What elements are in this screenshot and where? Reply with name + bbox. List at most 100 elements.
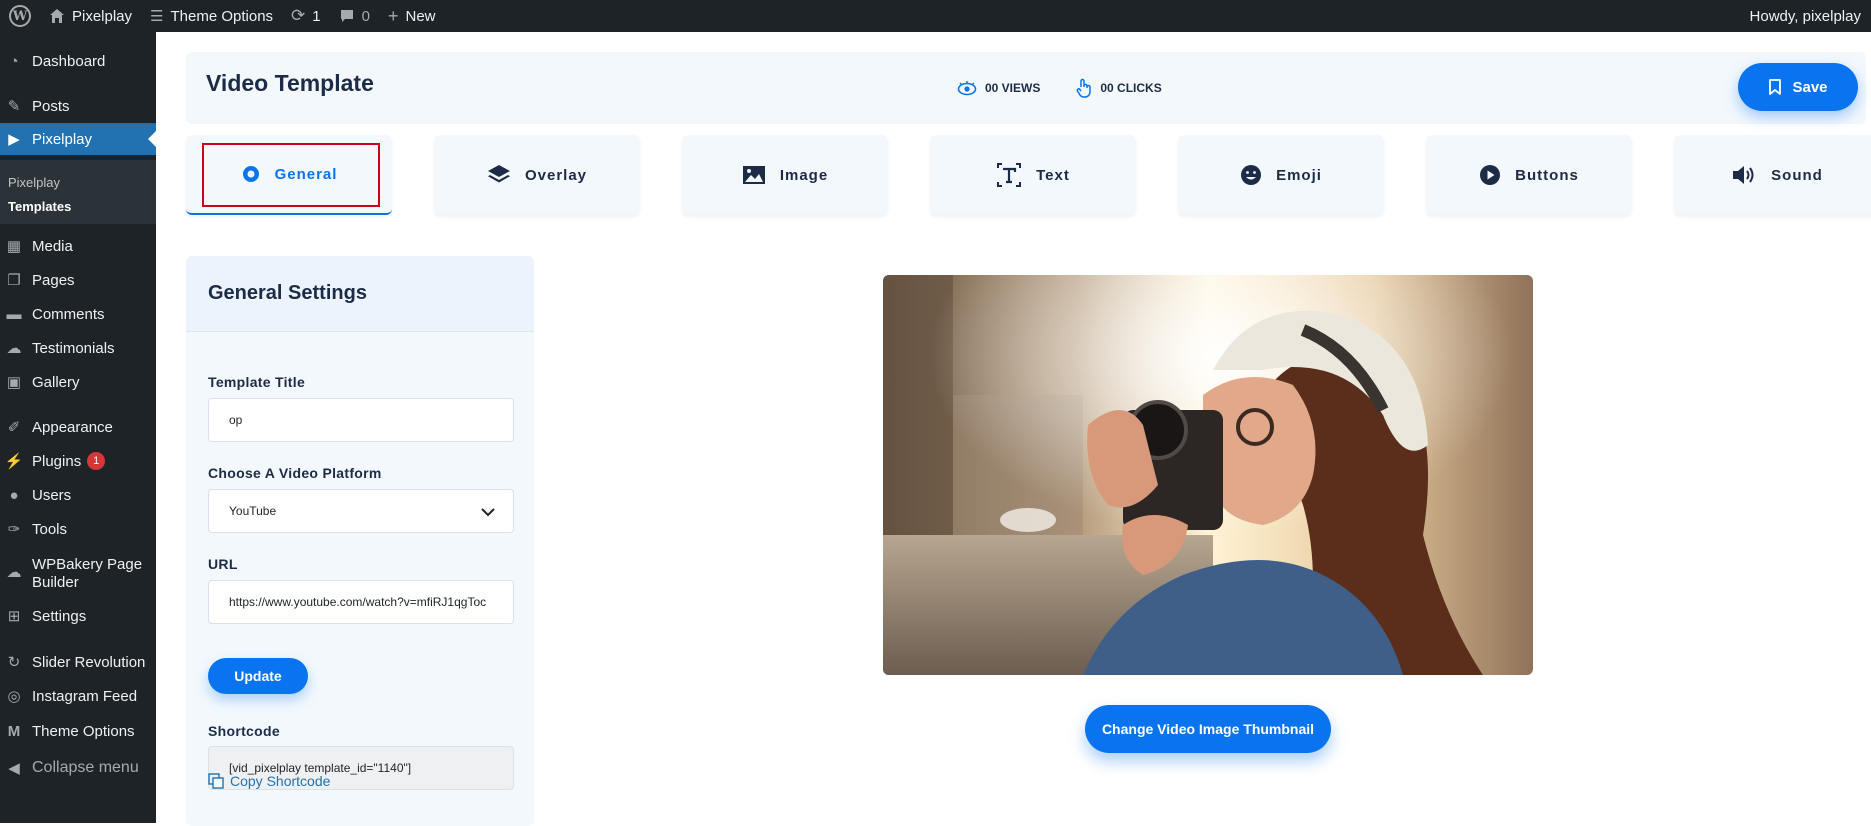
- sidebar-item-media[interactable]: ▦ Media: [0, 230, 156, 262]
- video-play-icon: ▶: [8, 131, 20, 148]
- thumbnail-image: [883, 275, 1533, 675]
- new-label: New: [405, 7, 436, 25]
- comments-link[interactable]: 0: [330, 0, 379, 32]
- sidebar-item-tools[interactable]: ✑ Tools: [0, 513, 156, 545]
- new-content-link[interactable]: + New: [379, 0, 445, 32]
- site-name-link[interactable]: Pixelplay: [40, 0, 141, 32]
- general-settings-panel: General Settings Template Title op Choos…: [186, 256, 534, 826]
- tab-image[interactable]: Image: [682, 135, 888, 215]
- tab-overlay[interactable]: Overlay: [434, 135, 640, 215]
- sidebar-item-pages[interactable]: ❐ Pages: [0, 264, 156, 296]
- sidebar-item-posts[interactable]: ✎ Posts: [0, 90, 156, 122]
- wrench-icon: ✑: [7, 521, 21, 538]
- sidebar-item-label: Testimonials: [32, 339, 115, 357]
- copy-shortcode-link[interactable]: Copy Shortcode: [208, 773, 330, 789]
- comment-icon: ▬: [6, 305, 22, 323]
- admin-sidebar: ◔ Dashboard ✎ Posts ▶ Pixelplay Pixelpla…: [0, 32, 156, 823]
- sidebar-item-label: Gallery: [32, 373, 80, 391]
- user-icon: ●: [9, 486, 19, 504]
- tab-general[interactable]: General: [186, 135, 392, 215]
- submenu-item-templates[interactable]: Templates: [8, 199, 71, 214]
- sidebar-item-users[interactable]: ● Users: [0, 479, 156, 511]
- sidebar-item-testimonials[interactable]: ☁ Testimonials: [0, 332, 156, 364]
- tab-buttons[interactable]: Buttons: [1426, 135, 1632, 215]
- sidebar-item-appearance[interactable]: ✐ Appearance: [0, 411, 156, 443]
- sidebar-item-theme-options[interactable]: M Theme Options: [0, 715, 156, 747]
- updates-count: 1: [312, 7, 321, 25]
- image-icon: [742, 165, 766, 185]
- sidebar-item-pixelplay[interactable]: ▶ Pixelplay: [0, 123, 156, 155]
- copy-shortcode-label: Copy Shortcode: [230, 773, 331, 789]
- pages-icon: ❐: [7, 272, 21, 289]
- sidebar-item-plugins[interactable]: ⚡ Plugins 1: [0, 445, 156, 477]
- settings-tabs: General Overlay Image Text Emoji Buttons…: [186, 135, 1871, 219]
- howdy-text: Howdy, pixelplay: [1749, 7, 1861, 25]
- sidebar-item-label: Media: [32, 237, 73, 255]
- sidebar-item-label: Pixelplay: [32, 130, 93, 148]
- sidebar-item-label: Dashboard: [32, 52, 106, 70]
- theme-m-icon: M: [7, 722, 21, 740]
- save-label: Save: [1792, 78, 1828, 96]
- video-platform-value: YouTube: [229, 504, 277, 518]
- collapse-arrow-icon: ◀: [8, 760, 20, 777]
- wordpress-icon: W: [9, 5, 31, 27]
- sidebar-item-label: Pages: [32, 271, 75, 289]
- admin-bar: W Pixelplay ☰ Theme Options ⟳ 1 0 + New …: [0, 0, 1871, 32]
- chevron-down-icon: [481, 504, 495, 520]
- layers-icon: [487, 164, 511, 186]
- paintbrush-icon: ✐: [7, 419, 21, 436]
- tab-label: Image: [779, 166, 829, 184]
- url-value: https://www.youtube.com/watch?v=mfiRJ1qg…: [229, 595, 487, 609]
- template-title-value: op: [229, 413, 243, 427]
- tab-label: Buttons: [1515, 166, 1579, 184]
- updates-link[interactable]: ⟳ 1: [282, 0, 330, 32]
- panel-title: General Settings: [208, 282, 367, 304]
- sidebar-item-label: Appearance: [32, 418, 113, 436]
- update-button[interactable]: Update: [208, 658, 308, 694]
- tab-label: Emoji: [1276, 166, 1322, 184]
- shortcode-label: Shortcode: [208, 723, 280, 739]
- wp-logo-menu[interactable]: W: [0, 0, 40, 32]
- template-stats: 00 VIEWS 00 CLICKS: [957, 78, 1162, 98]
- sidebar-item-comments[interactable]: ▬ Comments: [0, 298, 156, 330]
- sidebar-item-label: Posts: [32, 97, 70, 115]
- plug-icon: ⚡: [4, 453, 24, 470]
- text-icon: [996, 162, 1022, 188]
- sidebar-item-gallery[interactable]: ▣ Gallery: [0, 366, 156, 398]
- sidebar-item-wpbakery[interactable]: ☁ WPBakery Page Builder: [0, 552, 156, 596]
- video-platform-label: Choose A Video Platform: [208, 465, 382, 481]
- sidebar-item-slider-revolution[interactable]: ↻ Slider Revolution: [0, 646, 156, 678]
- account-menu[interactable]: Howdy, pixelplay: [1750, 0, 1861, 32]
- tab-label: Overlay: [524, 166, 588, 184]
- change-thumbnail-button[interactable]: Change Video Image Thumbnail: [1085, 705, 1331, 753]
- theme-options-label: Theme Options: [170, 7, 274, 25]
- sidebar-item-instagram-feed[interactable]: ◎ Instagram Feed: [0, 680, 156, 712]
- refresh-circle-icon: ↻: [7, 654, 21, 671]
- url-input[interactable]: https://www.youtube.com/watch?v=mfiRJ1qg…: [208, 580, 514, 624]
- theme-options-link[interactable]: ☰ Theme Options: [141, 0, 282, 32]
- panel-header: General Settings: [186, 256, 534, 332]
- testimonial-icon: ☁: [6, 340, 22, 357]
- comments-count: 0: [361, 7, 370, 25]
- refresh-icon: ⟳: [291, 6, 306, 25]
- clicks-count: 00 CLICKS: [1100, 81, 1162, 95]
- video-platform-select[interactable]: YouTube: [208, 489, 514, 533]
- speaker-icon: [1731, 164, 1757, 186]
- tab-emoji[interactable]: Emoji: [1178, 135, 1384, 215]
- tab-text[interactable]: Text: [930, 135, 1136, 215]
- page-title: Video Template: [206, 70, 374, 96]
- collapse-menu-button[interactable]: ◀ Collapse menu: [0, 752, 156, 784]
- dashboard-icon: ◔: [9, 52, 19, 70]
- save-button[interactable]: Save: [1738, 63, 1858, 111]
- cloud-icon: ☁: [6, 564, 22, 581]
- plus-icon: +: [387, 5, 399, 26]
- wpbakery-line-1: WPBakery Page: [32, 556, 143, 573]
- sidebar-item-settings[interactable]: ⊞ Settings: [0, 600, 156, 632]
- template-title-input[interactable]: op: [208, 398, 514, 442]
- bookmark-icon: [1769, 79, 1782, 95]
- plugins-update-badge: 1: [87, 452, 106, 470]
- submenu-item-pixelplay[interactable]: Pixelplay: [8, 175, 60, 190]
- sidebar-item-dashboard[interactable]: ◔ Dashboard: [0, 45, 156, 77]
- copy-icon: [208, 773, 224, 789]
- tab-sound[interactable]: Sound: [1674, 135, 1871, 215]
